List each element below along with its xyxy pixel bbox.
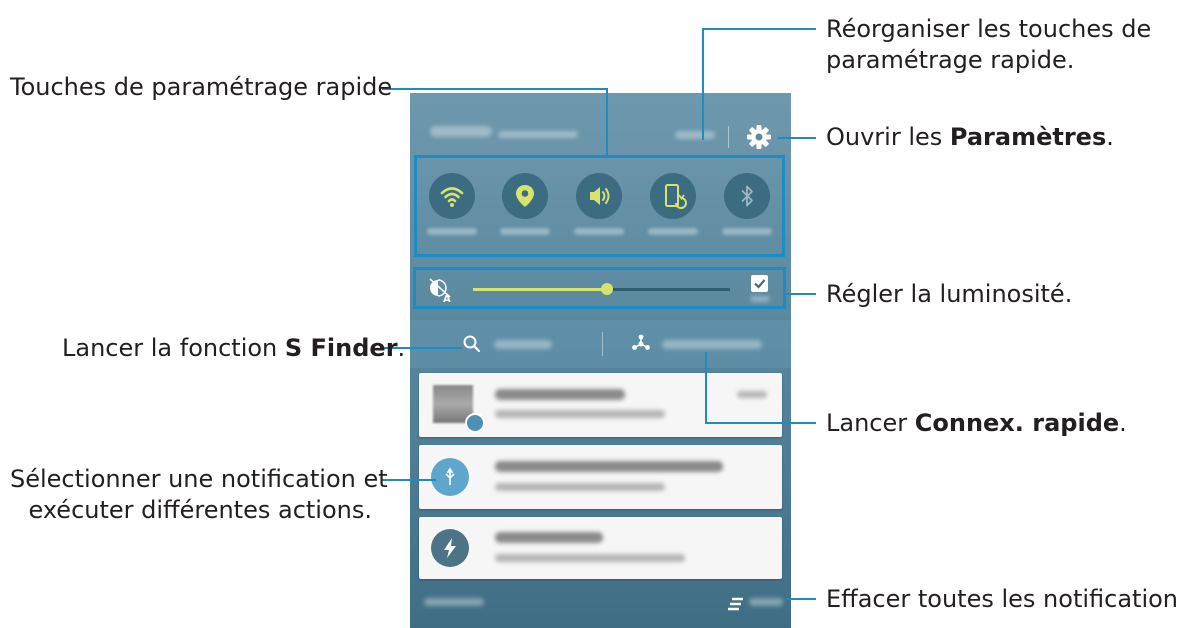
screen-rotation-label (648, 228, 698, 235)
notification-text (495, 483, 665, 491)
carrier-name (424, 598, 484, 606)
leader-line-brightness (785, 293, 816, 295)
notification-charging[interactable] (419, 517, 782, 579)
date-time-blurred (430, 126, 492, 137)
notification-text (495, 554, 685, 562)
annotation-notification-line2: exécuter différentes actions. (28, 496, 373, 524)
s-finder-search-icon[interactable] (462, 334, 482, 354)
notification-screenshot[interactable] (419, 373, 782, 437)
status-bar (410, 93, 791, 153)
location-toggle[interactable] (502, 173, 548, 219)
clear-button[interactable] (749, 598, 783, 606)
charging-icon (431, 529, 469, 567)
auto-label (750, 296, 770, 302)
divider (728, 126, 729, 148)
annotation-quick-connect-bold: Connex. rapide (914, 409, 1120, 437)
annotation-settings-suffix: . (1106, 123, 1114, 151)
wifi-toggle[interactable] (429, 173, 475, 219)
annotation-s-finder-bold: S Finder (284, 334, 398, 362)
leader-line-reorder (702, 28, 704, 140)
quick-connect-icon[interactable] (630, 333, 652, 355)
annotation-quick-connect: Lancer Connex. rapide. (826, 408, 1127, 439)
annotation-notification: Sélectionner une notification et exécute… (10, 464, 388, 526)
annotation-settings-text: Ouvrir les (826, 123, 950, 151)
search-bar (410, 320, 791, 368)
bluetooth-icon (741, 185, 753, 207)
date-blurred (498, 131, 578, 138)
leader-line-clear-all (786, 598, 816, 600)
settings-gear-icon[interactable] (746, 124, 772, 150)
wifi-label (427, 228, 477, 235)
leader-line-reorder (702, 28, 816, 30)
annotation-brightness: Régler la luminosité. (826, 280, 1073, 308)
annotation-reorder-line1: Réorganiser les touches de (826, 15, 1152, 43)
auto-brightness-checkbox[interactable] (751, 275, 768, 292)
notification-time (737, 391, 767, 398)
leader-line-quick-settings (382, 88, 608, 90)
s-finder-button[interactable] (494, 340, 552, 349)
annotation-settings: Ouvrir les Paramètres. (826, 122, 1114, 153)
bluetooth-toggle[interactable] (724, 173, 770, 219)
wifi-icon (440, 187, 464, 207)
leader-line-settings (778, 137, 816, 139)
sound-label (574, 228, 624, 235)
annotation-reorder-line2: paramétrage rapide. (826, 46, 1075, 74)
usb-icon (431, 458, 469, 496)
brightness-slider-fill (473, 288, 607, 291)
gallery-badge-icon (465, 413, 485, 433)
annotation-notification-line1: Sélectionner une notification et (10, 465, 388, 493)
screen-rotation-toggle[interactable] (650, 173, 696, 219)
notification-title (495, 532, 603, 543)
brightness-slider-thumb[interactable] (601, 283, 613, 295)
notification-text (495, 410, 665, 418)
bluetooth-label (722, 228, 772, 235)
location-label (500, 228, 550, 235)
svg-text:A: A (443, 294, 451, 303)
clear-all-icon[interactable] (728, 596, 744, 611)
auto-brightness-icon[interactable]: A (428, 277, 454, 305)
notification-title (495, 461, 723, 472)
quick-connect-button[interactable] (662, 340, 762, 349)
leader-line-quick-settings (606, 88, 608, 156)
notification-media-device[interactable] (419, 445, 782, 509)
notification-title (495, 389, 625, 400)
edit-button[interactable] (675, 131, 715, 139)
bottom-bar (410, 583, 791, 628)
leader-line-quick-connect (705, 352, 707, 424)
annotation-s-finder: Lancer la fonction S Finder. (62, 333, 405, 364)
sound-toggle[interactable] (576, 173, 622, 219)
annotation-s-finder-suffix: . (397, 334, 406, 362)
annotation-s-finder-text: Lancer la fonction (62, 334, 285, 362)
annotation-clear-all: Effacer toutes les notifications. (826, 585, 1179, 613)
annotation-quick-connect-text: Lancer (826, 409, 915, 437)
annotation-settings-bold: Paramètres (949, 123, 1107, 151)
divider (602, 332, 603, 356)
annotation-reorder: Réorganiser les touches de paramétrage r… (826, 14, 1151, 76)
annotation-quick-connect-suffix: . (1119, 409, 1127, 437)
notification-panel: A (410, 93, 791, 628)
leader-line-quick-connect (705, 422, 816, 424)
leader-line-notification (382, 479, 436, 481)
annotation-quick-settings: Touches de paramétrage rapide (10, 73, 393, 101)
screen-rotation-icon (665, 184, 687, 209)
sound-icon (590, 187, 610, 205)
location-icon (516, 185, 534, 207)
